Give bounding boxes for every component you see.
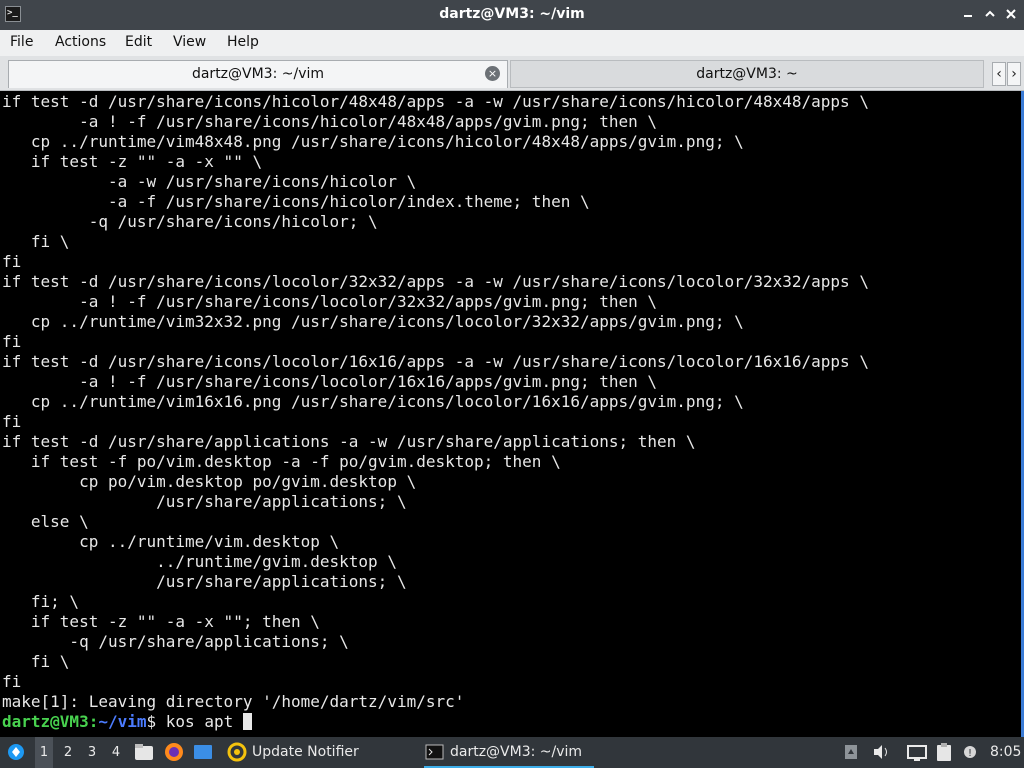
terminal-line: if test -d /usr/share/icons/locolor/32x3… [2,272,869,291]
desktop-1[interactable]: 1 [35,737,53,768]
maximize-button[interactable] [981,5,999,23]
menu-actions[interactable]: Actions [55,34,106,50]
terminal-line: -a ! -f /usr/share/icons/hicolor/48x48/a… [2,112,658,131]
text-cursor [242,713,252,730]
terminal-line: ../runtime/gvim.desktop \ [2,552,397,571]
tab-vim[interactable]: dartz@VM3: ~/vim × [8,60,508,88]
tab-label: dartz@VM3: ~/vim [191,66,325,82]
terminal-output[interactable]: if test -d /usr/share/icons/hicolor/48x4… [0,91,1024,737]
terminal-line: fi [2,252,22,271]
terminal-line: fi [2,672,22,691]
terminal-line: fi; \ [2,592,80,611]
terminal-line: fi [2,412,22,431]
terminal-line: cp po/vim.desktop po/gvim.desktop \ [2,472,417,491]
close-tab-button[interactable]: × [485,66,500,81]
desktop-icon [194,745,212,759]
window-titlebar[interactable]: >_ dartz@VM3: ~/vim [0,0,1024,30]
svg-text:!: ! [968,748,972,759]
terminal-line: -a -w /usr/share/icons/hicolor \ [2,172,417,191]
terminal-line: fi [2,332,22,351]
network-button[interactable] [906,737,928,768]
firefox-icon [165,743,183,761]
terminal-line: fi \ [2,652,70,671]
terminal-line: -a ! -f /usr/share/icons/locolor/32x32/a… [2,292,658,311]
minimize-button[interactable] [959,5,977,23]
tray-arrow-icon [845,745,857,759]
tab-home[interactable]: dartz@VM3: ~ [510,60,984,88]
clock[interactable]: 8:05 [990,737,1021,768]
close-window-button[interactable] [1002,5,1020,23]
prompt-path: ~/vim [98,712,147,731]
tab-bar: dartz@VM3: ~/vim × dartz@VM3: ~ ‹ › [0,56,1024,91]
terminal-line: -q /usr/share/icons/hicolor; \ [2,212,378,231]
notifications-button[interactable]: ! [960,737,980,768]
tab-label: dartz@VM3: ~ [696,66,798,82]
notification-icon: ! [964,746,976,759]
terminal-line: cp ../runtime/vim16x16.png /usr/share/ic… [2,392,744,411]
terminal-line: cp ../runtime/vim.desktop \ [2,532,340,551]
menu-help[interactable]: Help [227,34,259,50]
prompt-user-host: dartz@VM3 [2,712,89,731]
terminal-line: if test -d /usr/share/applications -a -w… [2,432,696,451]
minimize-icon [964,15,972,17]
taskbar: 1 2 3 4 Update Notifier dartz@VM3: ~/vim [0,737,1024,768]
close-icon [1006,9,1016,19]
firefox-launcher[interactable] [163,737,185,768]
tab-scroll-right-button[interactable]: › [1007,62,1021,86]
prompt-separator: : [88,712,99,731]
desktop-2[interactable]: 2 [59,737,77,768]
terminal-line: -a ! -f /usr/share/icons/locolor/16x16/a… [2,372,658,391]
desktop-screen: >_ dartz@VM3: ~/vim File Actions Edit Vi… [0,0,1024,768]
desktop-show-button[interactable] [192,737,214,768]
folder-icon [135,744,153,760]
clipboard-icon [937,743,951,761]
task-label: dartz@VM3: ~/vim [450,744,583,760]
terminal-line: fi \ [2,232,70,251]
task-update-notifier[interactable]: Update Notifier [226,737,359,768]
terminal-line: if test -d /usr/share/icons/hicolor/48x4… [2,92,869,111]
task-label: Update Notifier [252,744,359,760]
terminal-icon [425,744,444,760]
terminal-line: make[1]: Leaving directory '/home/dartz/… [2,692,465,711]
tab-scroll-left-button[interactable]: ‹ [992,62,1006,86]
app-menu-icon [8,744,24,760]
menu-bar: File Actions Edit View Help [0,30,1024,56]
tray-expand-button[interactable] [843,737,859,768]
terminal-line: /usr/share/applications; \ [2,572,407,591]
terminal-line: cp ../runtime/vim32x32.png /usr/share/ic… [2,312,744,331]
menu-view[interactable]: View [173,34,206,50]
terminal-line: if test -d /usr/share/icons/locolor/16x1… [2,352,869,371]
terminal-line: /usr/share/applications; \ [2,492,407,511]
start-menu-button[interactable] [6,737,26,768]
task-terminal[interactable]: dartz@VM3: ~/vim [424,737,594,768]
terminal-line: else \ [2,512,89,531]
command-input[interactable]: kos apt [156,712,243,731]
menu-file[interactable]: File [10,34,33,50]
volume-icon [874,745,887,759]
clipboard-button[interactable] [934,737,954,768]
menu-edit[interactable]: Edit [125,34,152,50]
desktop-4[interactable]: 4 [107,737,125,768]
terminal-line: -a -f /usr/share/icons/hicolor/index.the… [2,192,590,211]
prompt-line[interactable]: dartz@VM3:~/vim$ kos apt [2,712,252,732]
terminal-line: if test -f po/vim.desktop -a -f po/gvim.… [2,452,561,471]
terminal-line: -q /usr/share/applications; \ [2,632,349,651]
desktop-3[interactable]: 3 [83,737,101,768]
file-manager-launcher[interactable] [133,737,155,768]
update-notifier-icon [227,742,247,762]
prompt-symbol: $ [146,712,157,731]
terminal-line: if test -z "" -a -x "" \ [2,152,263,171]
network-icon [907,745,927,761]
window-title: dartz@VM3: ~/vim [439,6,585,22]
volume-button[interactable] [871,737,891,768]
restore-icon [985,10,995,17]
terminal-line: if test -z "" -a -x ""; then \ [2,612,320,631]
terminal-line: cp ../runtime/vim48x48.png /usr/share/ic… [2,132,744,151]
